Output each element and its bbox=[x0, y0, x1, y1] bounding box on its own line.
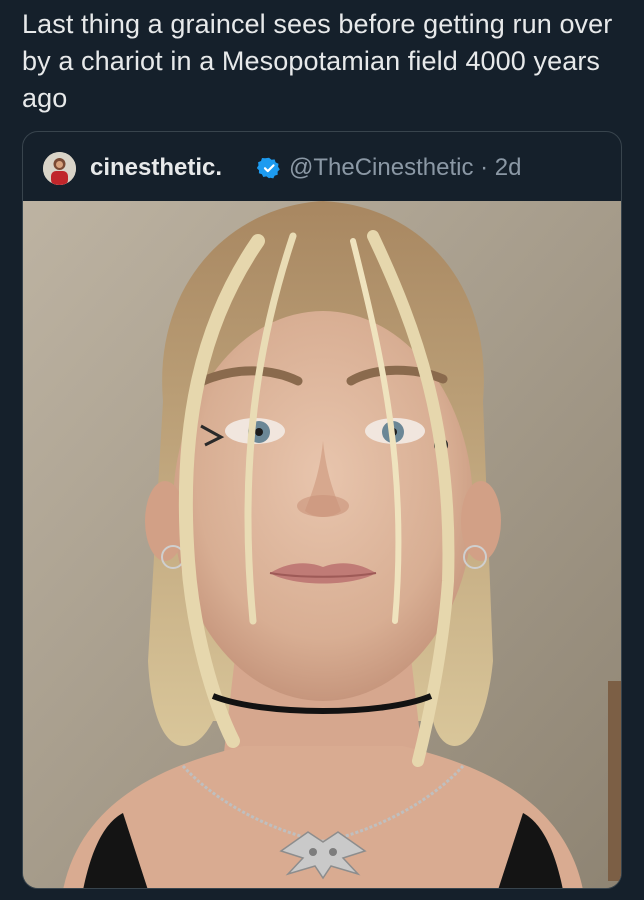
quoted-tweet-header: cinesthetic. @TheCinesthetic · 2d bbox=[23, 132, 621, 201]
handle-and-time[interactable]: @TheCinesthetic · 2d bbox=[289, 153, 522, 183]
avatar[interactable] bbox=[43, 152, 76, 185]
tweet-page: Last thing a graincel sees before gettin… bbox=[0, 0, 644, 900]
quoted-tweet-card[interactable]: cinesthetic. @TheCinesthetic · 2d bbox=[22, 131, 622, 889]
profile-avatar-icon bbox=[43, 152, 76, 185]
timestamp[interactable]: 2d bbox=[495, 154, 522, 181]
display-name[interactable]: cinesthetic. bbox=[90, 153, 222, 183]
portrait-image bbox=[23, 201, 621, 888]
separator: · bbox=[480, 154, 489, 181]
tweet-photo[interactable] bbox=[23, 201, 621, 888]
handle[interactable]: @TheCinesthetic bbox=[289, 154, 473, 181]
tweet-text: Last thing a graincel sees before gettin… bbox=[22, 9, 613, 113]
verified-badge-icon bbox=[257, 157, 280, 179]
